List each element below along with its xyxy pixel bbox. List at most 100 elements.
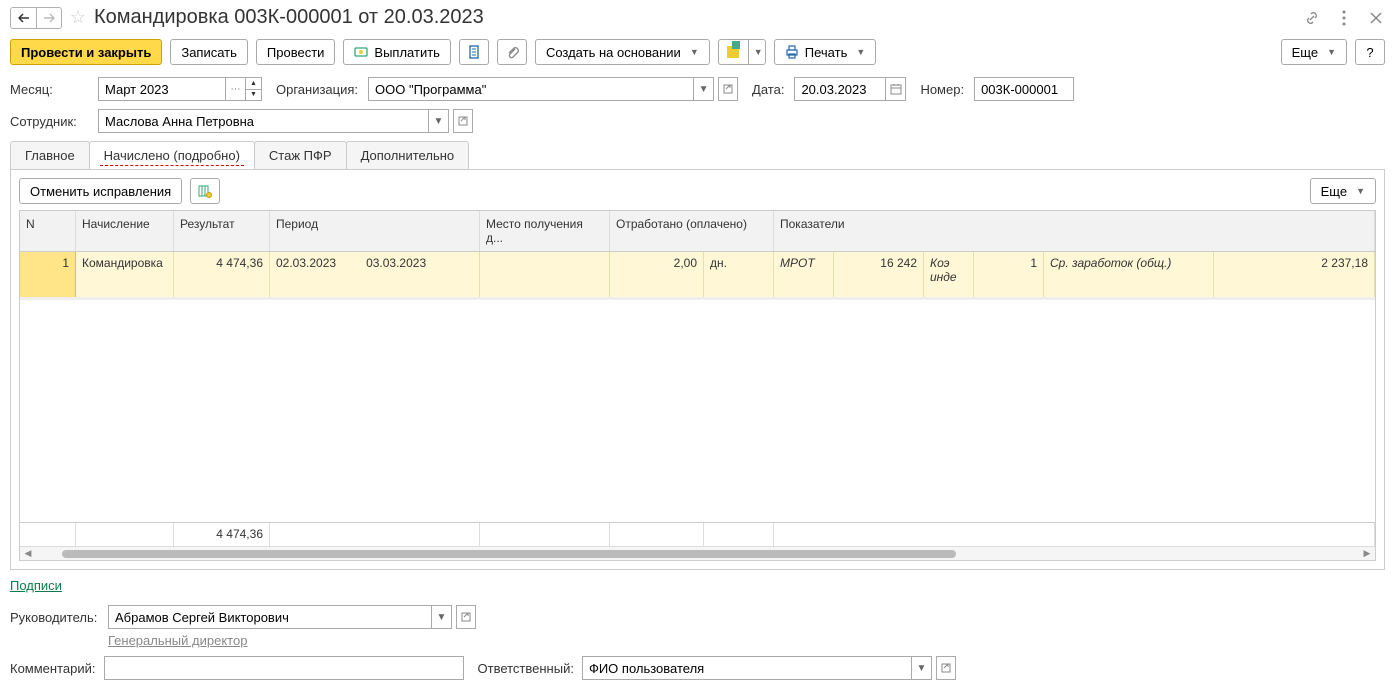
cell-ind3-name: Ср. заработок (общ.) (1044, 252, 1214, 297)
document-icon (467, 45, 481, 59)
cell-ind3-val: 2 237,18 (1214, 252, 1375, 297)
copy-document-dropdown[interactable]: ▼ (748, 39, 766, 65)
month-ellipsis-button[interactable]: ⋯ (226, 77, 246, 101)
cell-ind2-name: Коэ инде (924, 252, 974, 297)
org-input[interactable] (368, 77, 694, 101)
table-header-row: N Начисление Результат Период Место полу… (20, 211, 1375, 252)
col-worked[interactable]: Отработано (оплачено) (610, 211, 774, 251)
more-label: Еще (1292, 45, 1318, 60)
close-icon[interactable] (1367, 9, 1385, 27)
manager-input[interactable] (108, 605, 432, 629)
spinner-down-icon[interactable]: ▼ (246, 90, 261, 101)
date-input[interactable] (794, 77, 886, 101)
link-icon[interactable] (1303, 9, 1321, 27)
employee-input[interactable] (98, 109, 429, 133)
open-icon (461, 612, 471, 622)
signatures-section: Подписи (0, 570, 1395, 601)
help-button[interactable]: ? (1355, 39, 1385, 65)
chevron-down-icon: ▼ (1327, 47, 1336, 57)
month-spinner[interactable]: ▲ ▼ (246, 77, 262, 101)
page-title: Командировка 003К-000001 от 20.03.2023 (94, 6, 1297, 29)
columns-config-button[interactable] (190, 178, 220, 204)
manager-position-link[interactable]: Генеральный директор (108, 633, 247, 648)
org-dropdown-button[interactable]: ▼ (694, 77, 714, 101)
spinner-up-icon[interactable]: ▲ (246, 78, 261, 90)
cell-result: 4 474,36 (174, 252, 270, 297)
back-button[interactable] (10, 7, 36, 29)
more-button[interactable]: Еще ▼ (1281, 39, 1347, 65)
print-button[interactable]: Печать ▼ (774, 39, 877, 65)
main-toolbar: Провести и закрыть Записать Провести Вып… (0, 35, 1395, 73)
tab-accrued-detail[interactable]: Начислено (подробно) (89, 141, 255, 169)
employee-dropdown-button[interactable]: ▼ (429, 109, 449, 133)
number-label: Номер: (920, 82, 964, 97)
col-result[interactable]: Результат (174, 211, 270, 251)
horizontal-scrollbar[interactable]: ◀ ▶ (20, 546, 1375, 560)
favorite-star-icon[interactable]: ☆ (68, 8, 88, 28)
tab-pfr[interactable]: Стаж ПФР (254, 141, 347, 169)
comment-input[interactable] (104, 656, 464, 680)
number-input[interactable] (974, 77, 1074, 101)
cell-ind1-val: 16 242 (834, 252, 924, 297)
post-button[interactable]: Провести (256, 39, 336, 65)
cancel-corrections-button[interactable]: Отменить исправления (19, 178, 182, 204)
responsible-input[interactable] (582, 656, 912, 680)
col-indicators[interactable]: Показатели (774, 211, 1375, 251)
printer-icon (785, 45, 799, 59)
kebab-menu-icon[interactable] (1335, 9, 1353, 27)
table-footer-row: 4 474,36 (20, 522, 1375, 546)
org-open-button[interactable] (718, 77, 738, 101)
pay-button[interactable]: Выплатить (343, 39, 451, 65)
bottom-row: Комментарий: Ответственный: ▼ (0, 652, 1395, 684)
col-period[interactable]: Период (270, 211, 480, 251)
col-place[interactable]: Место получения д... (480, 211, 610, 251)
tabs: Главное Начислено (подробно) Стаж ПФР До… (10, 141, 1385, 170)
manager-dropdown-button[interactable]: ▼ (432, 605, 452, 629)
month-label: Месяц: (10, 82, 88, 97)
create-based-on-button[interactable]: Создать на основании ▼ (535, 39, 710, 65)
cell-accrual: Командировка (76, 252, 174, 297)
attach-button[interactable] (497, 39, 527, 65)
date-calendar-button[interactable] (886, 77, 906, 101)
manager-row: Руководитель: ▼ (0, 601, 1395, 633)
cell-place (480, 252, 610, 297)
org-label: Организация: (276, 82, 358, 97)
tab-main[interactable]: Главное (10, 141, 90, 169)
comment-label: Комментарий: (10, 661, 96, 676)
open-icon (723, 84, 733, 94)
post-and-close-button[interactable]: Провести и закрыть (10, 39, 162, 65)
copy-document-button[interactable] (718, 39, 748, 65)
open-icon (941, 663, 951, 673)
manager-label: Руководитель: (10, 610, 98, 625)
scroll-right-icon[interactable]: ▶ (1359, 548, 1375, 559)
chevron-down-icon: ▼ (754, 47, 763, 57)
table-row[interactable]: 1 Командировка 4 474,36 02.03.2023 03.03… (20, 252, 1375, 300)
scrollbar-thumb[interactable] (62, 550, 956, 558)
manager-position-row: Генеральный директор (0, 633, 1395, 652)
window-header: ☆ Командировка 003К-000001 от 20.03.2023 (0, 0, 1395, 35)
month-input[interactable] (98, 77, 226, 101)
col-n[interactable]: N (20, 211, 76, 251)
scroll-left-icon[interactable]: ◀ (20, 548, 36, 559)
cell-worked-unit: дн. (704, 252, 774, 297)
responsible-dropdown-button[interactable]: ▼ (912, 656, 932, 680)
sub-more-button[interactable]: Еще ▼ (1310, 178, 1376, 204)
sub-toolbar: Отменить исправления Еще ▼ (19, 178, 1376, 204)
cell-period-from: 02.03.2023 (276, 256, 336, 293)
document-button[interactable] (459, 39, 489, 65)
paperclip-icon (505, 45, 519, 59)
forward-button[interactable] (36, 7, 62, 29)
form-row-1: Месяц: ⋯ ▲ ▼ Организация: ▼ Дата: Номер: (0, 73, 1395, 105)
employee-open-button[interactable] (453, 109, 473, 133)
responsible-open-button[interactable] (936, 656, 956, 680)
tab-extra[interactable]: Дополнительно (346, 141, 470, 169)
print-label: Печать (805, 45, 848, 60)
manager-open-button[interactable] (456, 605, 476, 629)
signatures-link[interactable]: Подписи (10, 578, 62, 593)
col-accrual[interactable]: Начисление (76, 211, 174, 251)
employee-label: Сотрудник: (10, 114, 88, 129)
cell-ind1-name: МРОТ (774, 252, 834, 297)
save-button[interactable]: Записать (170, 39, 248, 65)
accruals-table: N Начисление Результат Период Место полу… (19, 210, 1376, 561)
cell-period-to: 03.03.2023 (366, 256, 426, 293)
